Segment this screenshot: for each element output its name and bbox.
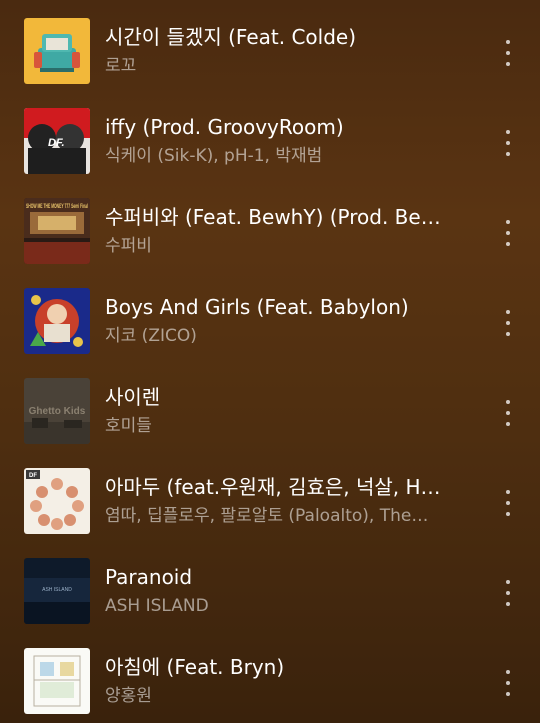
list-item[interactable]: ASH ISLAND Paranoid ASH ISLAND <box>0 548 540 638</box>
album-art-label: DF <box>29 473 37 479</box>
more-vertical-icon[interactable] <box>494 216 522 250</box>
track-artist: 호미들 <box>105 416 152 436</box>
track-artist: 수퍼비 <box>105 236 152 256</box>
album-art[interactable] <box>24 288 90 354</box>
more-vertical-icon[interactable] <box>494 666 522 700</box>
album-art-label: SHOW ME THE MONEY 777 Semi Final <box>26 203 88 210</box>
album-art-image: SHOW ME THE MONEY 777 Semi Final <box>24 198 90 264</box>
album-art-label: Ghetto Kids <box>29 406 86 417</box>
more-vertical-icon[interactable] <box>494 396 522 430</box>
album-art[interactable]: DF <box>24 468 90 534</box>
list-item[interactable]: DF 아마두 (feat.우원재, 김효은, 넉살, H… 염따, 딥플로우, … <box>0 458 540 548</box>
track-title: 아마두 (feat.우원재, 김효은, 넉살, H… <box>105 475 441 499</box>
album-art[interactable]: ASH ISLAND <box>24 558 90 624</box>
list-item[interactable]: 시간이 들겠지 (Feat. Colde) 로꼬 <box>0 8 540 98</box>
album-art[interactable]: Ghetto Kids <box>24 378 90 444</box>
album-art-image <box>24 648 90 714</box>
album-art-image: ASH ISLAND <box>24 558 90 624</box>
track-title: iffy (Prod. GroovyRoom) <box>105 115 344 139</box>
more-vertical-icon[interactable] <box>494 36 522 70</box>
track-title: 수퍼비와 (Feat. BewhY) (Prod. Be… <box>105 205 441 229</box>
more-vertical-icon[interactable] <box>494 126 522 160</box>
more-vertical-icon[interactable] <box>494 576 522 610</box>
track-artist: ASH ISLAND <box>105 596 209 616</box>
album-art-image <box>24 288 90 354</box>
track-artist: 양홍원 <box>105 686 152 706</box>
list-item[interactable]: Ghetto Kids 사이렌 호미들 <box>0 368 540 458</box>
album-art-label: ASH ISLAND <box>42 587 72 593</box>
track-title: 사이렌 <box>105 385 161 409</box>
album-art-image <box>24 18 90 84</box>
album-art-image: DF <box>24 468 90 534</box>
list-item[interactable]: DF. iffy (Prod. GroovyRoom) 식케이 (Sik-K),… <box>0 98 540 188</box>
track-title: Paranoid <box>105 565 193 589</box>
track-artist: 지코 (ZICO) <box>105 326 197 346</box>
list-item[interactable]: 아침에 (Feat. Bryn) 양홍원 <box>0 638 540 723</box>
album-art[interactable]: DF. <box>24 108 90 174</box>
track-title: 아침에 (Feat. Bryn) <box>105 655 285 679</box>
more-vertical-icon[interactable] <box>494 306 522 340</box>
album-art-image: Ghetto Kids <box>24 378 90 444</box>
track-artist: 로꼬 <box>105 56 137 76</box>
track-title: Boys And Girls (Feat. Babylon) <box>105 295 409 319</box>
album-art-image: DF. <box>24 108 90 174</box>
album-art[interactable] <box>24 18 90 84</box>
album-art-label: DF. <box>48 137 65 149</box>
more-vertical-icon[interactable] <box>494 486 522 520</box>
track-artist: 염따, 딥플로우, 팔로알토 (Paloalto), The… <box>105 506 429 526</box>
track-artist: 식케이 (Sik-K), pH-1, 박재범 <box>105 146 323 166</box>
album-art[interactable] <box>24 648 90 714</box>
album-art[interactable]: SHOW ME THE MONEY 777 Semi Final <box>24 198 90 264</box>
list-item[interactable]: SHOW ME THE MONEY 777 Semi Final 수퍼비와 (F… <box>0 188 540 278</box>
track-title: 시간이 들겠지 (Feat. Colde) <box>105 25 357 49</box>
list-item[interactable]: Boys And Girls (Feat. Babylon) 지코 (ZICO) <box>0 278 540 368</box>
